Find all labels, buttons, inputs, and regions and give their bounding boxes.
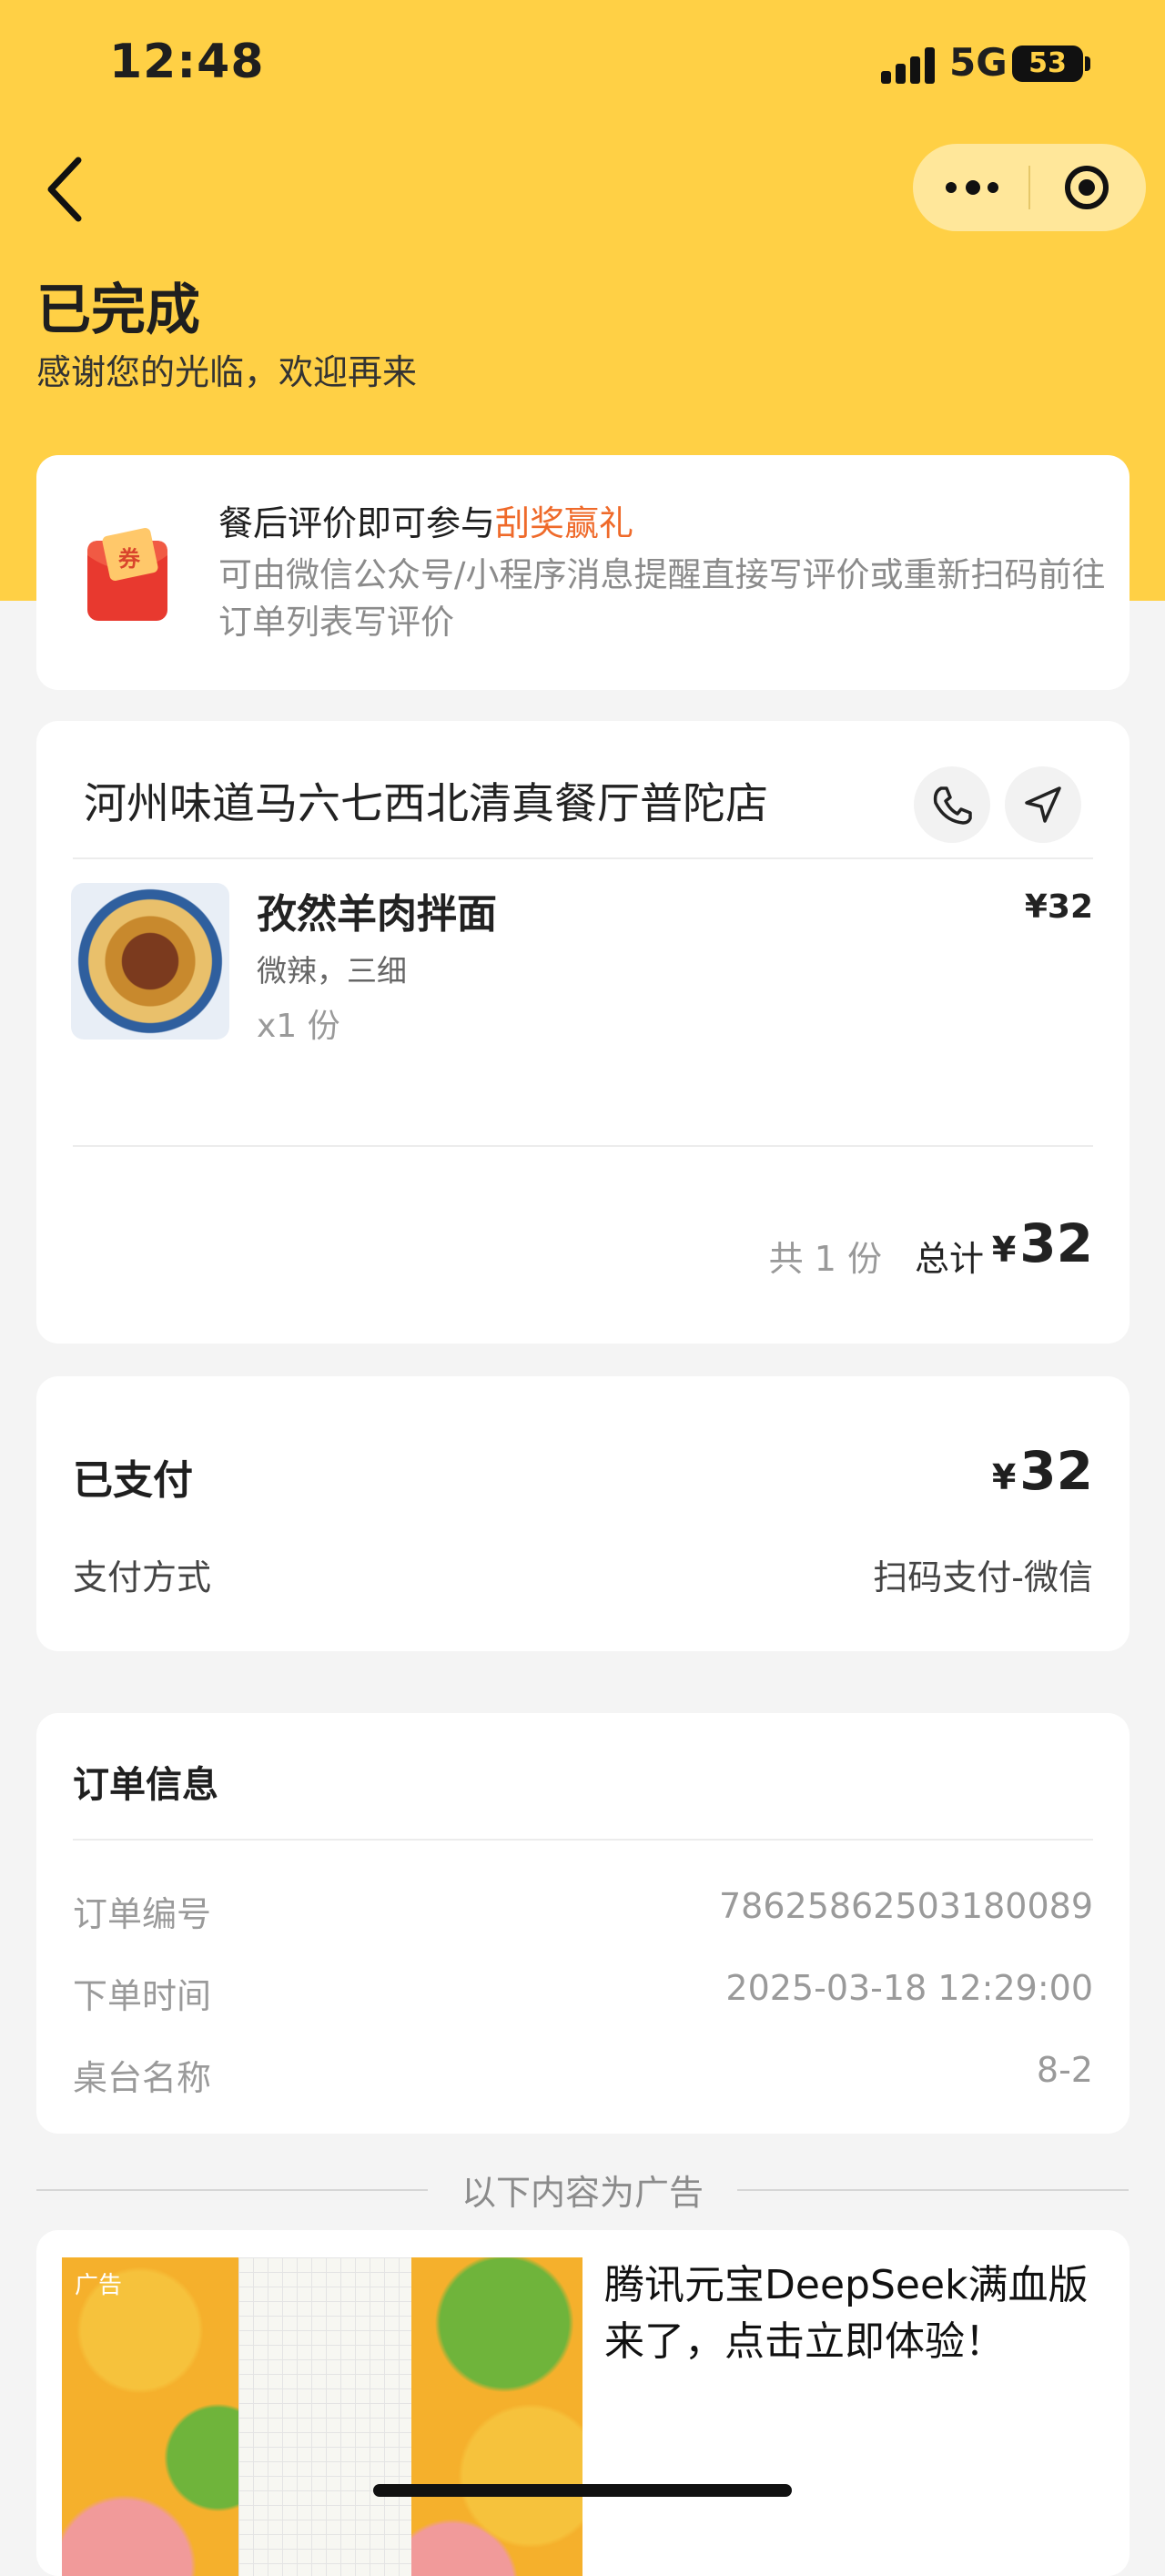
paid-amount: ¥32 — [992, 1440, 1093, 1502]
currency-symbol: ¥ — [991, 1457, 1017, 1497]
promo-title-prefix: 餐后评价即可参与 — [218, 503, 496, 543]
close-miniprogram-icon[interactable] — [1063, 164, 1110, 211]
navigate-button[interactable] — [1005, 766, 1081, 843]
order-number-label: 订单编号 — [73, 1894, 212, 1934]
status-time: 12:48 — [109, 35, 265, 89]
home-indicator — [373, 2484, 792, 2497]
review-promo-card[interactable]: 券 餐后评价即可参与刮奖赢礼 可由微信公众号/小程序消息提醒直接写评价或重新扫码… — [36, 455, 1130, 690]
ad-title[interactable]: 腾讯元宝DeepSeek满血版来了，点击立即体验！ — [604, 2257, 1114, 2370]
payment-method-value: 扫码支付-微信 — [873, 1557, 1093, 1597]
paid-label: 已支付 — [73, 1457, 193, 1504]
page-title: 已完成 — [36, 279, 200, 342]
battery-icon: 53 — [1012, 46, 1083, 82]
order-info-title: 订单信息 — [73, 1764, 218, 1806]
total-count: 共 1 份 — [768, 1239, 882, 1279]
total-amount: 32 — [1019, 1212, 1093, 1274]
payment-card: 已支付 ¥32 支付方式 扫码支付-微信 — [36, 1376, 1130, 1651]
coupon-text: 券 — [118, 546, 141, 572]
divider — [73, 1145, 1093, 1147]
phone-icon — [933, 786, 972, 825]
network-type: 5G — [949, 40, 1008, 85]
ad-divider-line — [737, 2189, 1129, 2191]
more-options-icon[interactable] — [946, 178, 1000, 197]
total-price: ¥32 — [992, 1212, 1093, 1274]
food-image — [71, 883, 229, 1040]
item-quantity: x1 份 — [257, 1008, 340, 1045]
item-name: 孜然羊肉拌面 — [257, 891, 497, 938]
cellular-signal-icon — [881, 46, 937, 84]
miniprogram-capsule — [913, 144, 1146, 231]
divider — [73, 1839, 1093, 1841]
item-price: ¥32 — [1024, 888, 1093, 926]
order-items-card: 河州味道马六七西北清真餐厅普陀店 孜然羊肉拌面 微辣，三细 x1 份 ¥32 共… — [36, 721, 1130, 1344]
restaurant-name[interactable]: 河州味道马六七西北清真餐厅普陀店 — [84, 768, 768, 831]
order-info-card: 订单信息 订单编号 78625862503180089 下单时间 2025-03… — [36, 1713, 1130, 2134]
promo-description: 可由微信公众号/小程序消息提醒直接写评价或重新扫码前往订单列表写评价 — [218, 555, 1106, 642]
order-time-value: 2025-03-18 12:29:00 — [725, 1968, 1093, 2008]
payment-method-label: 支付方式 — [73, 1557, 212, 1597]
table-name-label: 桌台名称 — [73, 2058, 212, 2098]
ad-card[interactable]: 广告 腾讯元宝DeepSeek满血版来了，点击立即体验！ 腾讯元宝 — [36, 2230, 1130, 2576]
table-name-value: 8-2 — [1036, 2050, 1093, 2090]
capsule-separator — [1028, 166, 1030, 209]
promo-title-highlight: 刮奖赢礼 — [495, 503, 634, 543]
ad-badge[interactable]: 广告 — [75, 2267, 122, 2300]
item-spec: 微辣，三细 — [257, 953, 407, 989]
ad-brand: 腾讯元宝 — [604, 2567, 743, 2576]
ad-image[interactable]: 广告 — [62, 2257, 582, 2576]
currency-symbol: ¥ — [991, 1230, 1017, 1270]
order-number-value: 78625862503180089 — [718, 1886, 1093, 1926]
promo-title: 餐后评价即可参与刮奖赢礼 — [218, 495, 633, 545]
battery-nub — [1085, 56, 1090, 71]
back-arrow-icon[interactable] — [38, 153, 102, 226]
total-label: 总计 — [914, 1239, 984, 1279]
page-subtitle: 感谢您的光临，欢迎再来 — [36, 352, 418, 392]
navigation-arrow-icon — [1025, 786, 1061, 823]
ad-poster — [238, 2257, 411, 2576]
phone-call-button[interactable] — [914, 766, 990, 843]
paid-amount-value: 32 — [1019, 1440, 1093, 1502]
order-time-label: 下单时间 — [73, 1976, 212, 2016]
divider — [73, 857, 1093, 859]
coupon-envelope-icon: 券 — [82, 528, 173, 628]
